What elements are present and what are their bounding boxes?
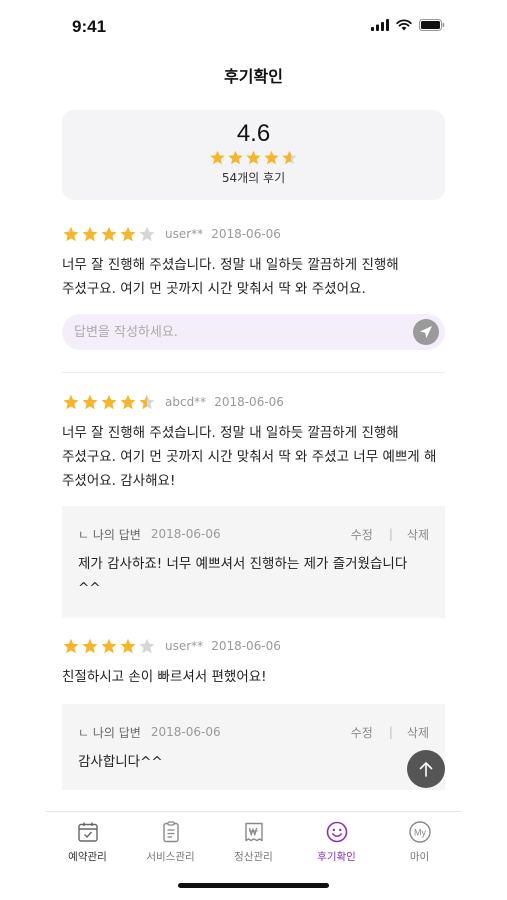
- star-full-icon: [81, 225, 99, 243]
- review-user: user**: [165, 227, 204, 241]
- star-full-icon: [100, 393, 118, 411]
- my-reply-date: 2018-06-06: [150, 527, 221, 541]
- calendar-check-icon: [77, 822, 98, 842]
- review-user: user**: [165, 639, 204, 653]
- review-date: 2018-06-06: [214, 395, 284, 409]
- review-user: abcd**: [165, 395, 207, 409]
- tab-bar: 예약관리 서비스관리 정산관리 후기확인 My 마이: [46, 811, 461, 869]
- star-full-icon: [119, 225, 137, 243]
- review-date: 2018-06-06: [211, 227, 281, 241]
- tab-service[interactable]: 서비스관리: [129, 812, 212, 869]
- star-full-icon: [245, 149, 262, 166]
- review-text: 친절하시고 손이 빠르셔서 편했어요!: [62, 669, 267, 685]
- my-icon: My: [408, 821, 431, 843]
- tab-label: 마이: [409, 851, 430, 863]
- review-stars: [62, 225, 156, 243]
- svg-text:My: My: [414, 828, 426, 838]
- star-full-icon: [81, 393, 99, 411]
- review-stars: [62, 393, 156, 411]
- star-full-icon: [81, 637, 99, 655]
- action-separator: |: [388, 527, 393, 541]
- smile-icon: [326, 821, 347, 843]
- wifi-icon: [396, 19, 412, 31]
- home-indicator: [178, 883, 329, 888]
- won-receipt-icon: [244, 822, 263, 842]
- tab-reservation[interactable]: 예약관리: [46, 812, 129, 869]
- battery-icon: [419, 19, 445, 31]
- review-stars: [62, 637, 156, 655]
- star-empty-icon: [138, 637, 156, 655]
- star-full-icon: [100, 225, 118, 243]
- my-reply-box: ㄴ 나의 답변 2018-06-06 수정 | 삭제 감사합니다^^: [62, 704, 445, 790]
- reply-input[interactable]: [74, 314, 404, 350]
- my-reply-text: 제가 감사하죠! 너무 예쁘셔서 진행하는 제가 즐거웠습니다^^: [78, 556, 408, 596]
- edit-reply-button[interactable]: 수정: [351, 526, 373, 543]
- tab-label: 후기확인: [317, 851, 356, 863]
- rating-summary-card: 4.6 54개의 후기: [62, 110, 445, 200]
- review-count: 54개의 후기: [221, 171, 286, 185]
- star-full-icon: [62, 637, 80, 655]
- my-reply-box: ㄴ 나의 답변 2018-06-06 수정 | 삭제 제가 감사하죠! 너무 예…: [62, 506, 445, 618]
- page-title: 후기확인: [224, 67, 283, 86]
- signal-icon: [371, 19, 389, 31]
- star-full-icon: [62, 225, 80, 243]
- status-time: 9:41: [72, 17, 107, 36]
- send-button[interactable]: [413, 319, 439, 345]
- review-item: abcd** 2018-06-06 너무 잘 진행해 주셨습니다. 정말 내 일…: [62, 392, 445, 493]
- my-reply-label: ㄴ 나의 답변: [78, 725, 141, 740]
- tab-label: 예약관리: [68, 851, 107, 863]
- review-text: 너무 잘 진행해 주셨습니다. 정말 내 일하듯 깔끔하게 진행해 주셨구요. …: [62, 257, 399, 297]
- tab-label: 서비스관리: [146, 851, 195, 863]
- tab-settlement[interactable]: 정산관리: [212, 812, 295, 869]
- scroll-to-top-button[interactable]: [407, 750, 445, 788]
- average-score: 4.6: [236, 120, 271, 147]
- status-icons: [371, 19, 445, 31]
- review-item: user** 2018-06-06 친절하시고 손이 빠르셔서 편했어요!: [62, 636, 445, 689]
- star-half-icon: [138, 393, 156, 411]
- summary-stars: [62, 149, 445, 166]
- reply-input-bar: [62, 314, 445, 350]
- tab-my[interactable]: My 마이: [378, 812, 461, 869]
- clipboard-icon: [162, 821, 179, 843]
- tab-reviews[interactable]: 후기확인: [295, 812, 378, 869]
- divider: [62, 372, 445, 373]
- arrow-up-icon: [419, 762, 433, 777]
- review-item: user** 2018-06-06 너무 잘 진행해 주셨습니다. 정말 내 일…: [62, 224, 445, 301]
- star-full-icon: [62, 393, 80, 411]
- star-full-icon: [209, 149, 226, 166]
- star-half-icon: [281, 149, 298, 166]
- my-reply-date: 2018-06-06: [150, 725, 221, 739]
- star-full-icon: [263, 149, 280, 166]
- my-reply-label: ㄴ 나의 답변: [78, 527, 141, 542]
- star-full-icon: [119, 637, 137, 655]
- delete-reply-button[interactable]: 삭제: [407, 526, 429, 543]
- review-date: 2018-06-06: [211, 639, 281, 653]
- review-text: 너무 잘 진행해 주셨습니다. 정말 내 일하듯 깔끔하게 진행해 주셨구요. …: [62, 425, 437, 489]
- delete-reply-button[interactable]: 삭제: [407, 724, 429, 741]
- action-separator: |: [388, 725, 393, 739]
- send-icon: [420, 326, 432, 338]
- star-empty-icon: [138, 225, 156, 243]
- edit-reply-button[interactable]: 수정: [351, 724, 373, 741]
- tab-label: 정산관리: [234, 851, 273, 863]
- star-full-icon: [100, 637, 118, 655]
- my-reply-text: 감사합니다^^: [78, 754, 163, 770]
- status-bar: 9:41: [0, 0, 507, 52]
- star-full-icon: [119, 393, 137, 411]
- star-full-icon: [227, 149, 244, 166]
